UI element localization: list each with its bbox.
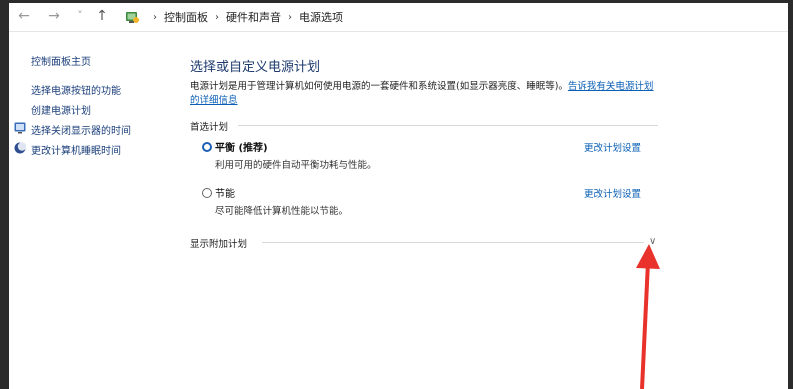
power-saver-change-plan-link[interactable]: 更改计划设置 — [584, 186, 641, 200]
breadcrumb-control-panel[interactable]: 控制面板 — [164, 9, 208, 25]
balanced-plan-description: 利用可用的硬件自动平衡功耗与性能。 — [215, 160, 377, 171]
show-additional-plans-label[interactable]: 显示附加计划 — [190, 236, 247, 250]
sidebar-item-create-plan[interactable]: 创建电源计划 — [31, 102, 91, 117]
breadcrumb: › 控制面板 › 硬件和声音 › 电源选项 — [124, 8, 343, 26]
sleep-moon-icon — [14, 142, 26, 154]
balanced-plan-name[interactable]: 平衡 (推荐) — [215, 139, 268, 154]
forward-arrow-icon[interactable]: → — [45, 7, 63, 25]
sidebar: 控制面板主页 选择电源按钮的功能 创建电源计划 选择关闭显示器的时间 更改计算机… — [9, 31, 174, 389]
breadcrumb-power-options[interactable]: 电源选项 — [299, 9, 343, 25]
breadcrumb-separator-icon: › — [215, 11, 219, 23]
red-arrow-annotation-icon — [636, 244, 660, 389]
page-description: 电源计划是用于管理计算机如何使用电源的一套硬件和系统设置(如显示器亮度、睡眠等)… — [190, 80, 660, 108]
balanced-change-plan-link[interactable]: 更改计划设置 — [584, 140, 641, 154]
section-divider — [238, 125, 658, 126]
sidebar-item-display-off-time[interactable]: 选择关闭显示器的时间 — [31, 122, 131, 137]
back-arrow-icon[interactable]: ← — [15, 7, 33, 25]
window-left-border — [0, 0, 9, 389]
address-bar: ← → ˅ ↑ › 控制面板 › 硬件和声音 › 电源选项 — [9, 3, 788, 32]
breadcrumb-separator-icon: › — [288, 11, 292, 23]
balanced-plan-radio[interactable] — [202, 142, 212, 152]
power-saver-plan-radio[interactable] — [202, 188, 212, 198]
breadcrumb-separator-icon: › — [153, 11, 157, 23]
page-title: 选择或自定义电源计划 — [190, 60, 321, 75]
sidebar-item-sleep-time[interactable]: 更改计算机睡眠时间 — [31, 142, 121, 157]
sidebar-item-control-panel-home[interactable]: 控制面板主页 — [31, 53, 91, 68]
power-saver-plan-description: 尽可能降低计算机性能以节能。 — [215, 206, 349, 217]
section-divider — [262, 242, 644, 243]
control-panel-icon — [126, 12, 139, 23]
description-text: 电源计划是用于管理计算机如何使用电源的一套硬件和系统设置(如显示器亮度、睡眠等)… — [190, 81, 568, 92]
breadcrumb-hardware-sound[interactable]: 硬件和声音 — [226, 9, 281, 25]
power-saver-plan-name[interactable]: 节能 — [215, 185, 235, 200]
display-shield-icon — [14, 122, 26, 134]
recent-locations-chevron-icon[interactable]: ˅ — [71, 7, 89, 25]
window-right-border — [788, 0, 793, 389]
up-arrow-icon[interactable]: ↑ — [93, 7, 111, 25]
preferred-plans-label: 首选计划 — [190, 122, 229, 133]
sidebar-item-power-button[interactable]: 选择电源按钮的功能 — [31, 82, 121, 97]
